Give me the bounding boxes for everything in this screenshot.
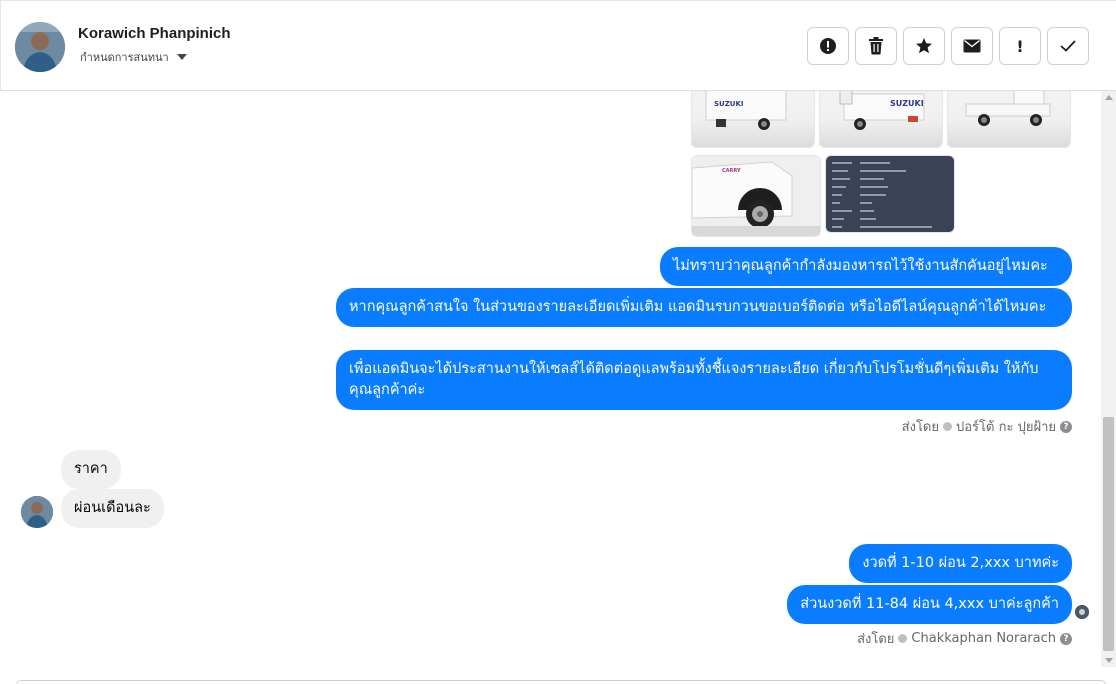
sent-by-label: ส่งโดย bbox=[857, 632, 895, 647]
mark-unread-button[interactable] bbox=[951, 27, 993, 65]
trash-icon bbox=[869, 37, 883, 55]
mark-done-button[interactable] bbox=[1047, 27, 1089, 65]
contact-name[interactable]: Korawich Phanpinich bbox=[78, 25, 231, 42]
sender-name: ปอร์โต้ กะ ปุยฝ้าย bbox=[956, 420, 1056, 435]
brand-label: SUZUKI bbox=[890, 99, 924, 108]
spec-sheet-image bbox=[826, 156, 954, 232]
assign-conversation-label: กำหนดการสนทนา bbox=[80, 51, 169, 64]
envelope-icon bbox=[963, 39, 981, 53]
message-thread[interactable]: SUZUKI SUZUKI CARRY ไม่ทราบว่าคุณลูกค้าก… bbox=[0, 91, 1100, 681]
attachment-image[interactable] bbox=[947, 91, 1071, 148]
follow-up-button[interactable]: ! bbox=[999, 27, 1041, 65]
message-composer[interactable] bbox=[16, 680, 1106, 684]
verified-check-icon bbox=[898, 634, 908, 643]
brand-label: SUZUKI bbox=[714, 100, 744, 108]
incoming-message[interactable]: ผ่อนเดือนละ bbox=[61, 489, 164, 528]
delete-button[interactable] bbox=[855, 27, 897, 65]
help-icon[interactable]: ? bbox=[1060, 420, 1072, 433]
outgoing-message[interactable]: ส่วนงวดที่ 11-84 ผ่อน 4,xxx บาค่ะลูกค้า bbox=[787, 585, 1072, 624]
conversation-toolbar: ! bbox=[807, 27, 1089, 65]
checkmark-icon bbox=[1060, 40, 1076, 52]
contact-avatar[interactable] bbox=[15, 22, 65, 72]
assign-conversation-dropdown[interactable]: กำหนดการสนทนา bbox=[80, 48, 187, 66]
seen-avatar bbox=[1075, 605, 1089, 619]
outgoing-message[interactable]: งวดที่ 1-10 ผ่อน 2,xxx บาทค่ะ bbox=[849, 544, 1072, 583]
outgoing-message[interactable]: เพื่อแอดมินจะได้ประสานงานให้เซลส์ได้ติดต… bbox=[336, 350, 1072, 410]
caret-down-icon bbox=[176, 54, 187, 60]
attachment-image[interactable]: SUZUKI bbox=[819, 91, 943, 148]
scroll-thumb[interactable] bbox=[1103, 417, 1114, 651]
mark-spam-button[interactable] bbox=[807, 27, 849, 65]
attachment-image[interactable]: CARRY bbox=[691, 155, 821, 237]
star-button[interactable] bbox=[903, 27, 945, 65]
message-scrollbar[interactable] bbox=[1101, 91, 1116, 667]
sent-by-label: ส่งโดย bbox=[901, 420, 939, 435]
sent-by-info: ส่งโดย Chakkaphan Norarach ? bbox=[857, 628, 1072, 649]
alert-circle-icon bbox=[820, 38, 836, 54]
verified-check-icon bbox=[943, 422, 952, 431]
exclamation-icon: ! bbox=[1016, 36, 1024, 56]
scroll-up-arrow-icon[interactable] bbox=[1105, 95, 1113, 100]
contact-avatar-small[interactable] bbox=[21, 496, 53, 528]
star-icon bbox=[916, 38, 932, 54]
outgoing-message[interactable]: หากคุณลูกค้าสนใจ ในส่วนของรายละเอียดเพิ่… bbox=[336, 288, 1072, 327]
sent-by-info: ส่งโดย ปอร์โต้ กะ ปุยฝ้าย ? bbox=[902, 416, 1072, 437]
outgoing-message[interactable]: ไม่ทราบว่าคุณลูกค้ากำลังมองหารถไว้ใช้งาน… bbox=[660, 247, 1072, 286]
scroll-down-arrow-icon[interactable] bbox=[1105, 658, 1113, 663]
help-icon[interactable]: ? bbox=[1060, 632, 1072, 645]
conversation-header: Korawich Phanpinich กำหนดการสนทนา ! bbox=[0, 0, 1116, 91]
brand-label: CARRY bbox=[722, 168, 741, 174]
sender-name: Chakkaphan Norarach bbox=[911, 631, 1056, 646]
attachment-image[interactable] bbox=[825, 155, 955, 233]
incoming-message[interactable]: ราคา bbox=[61, 450, 121, 489]
attachment-image[interactable]: SUZUKI bbox=[691, 91, 815, 148]
